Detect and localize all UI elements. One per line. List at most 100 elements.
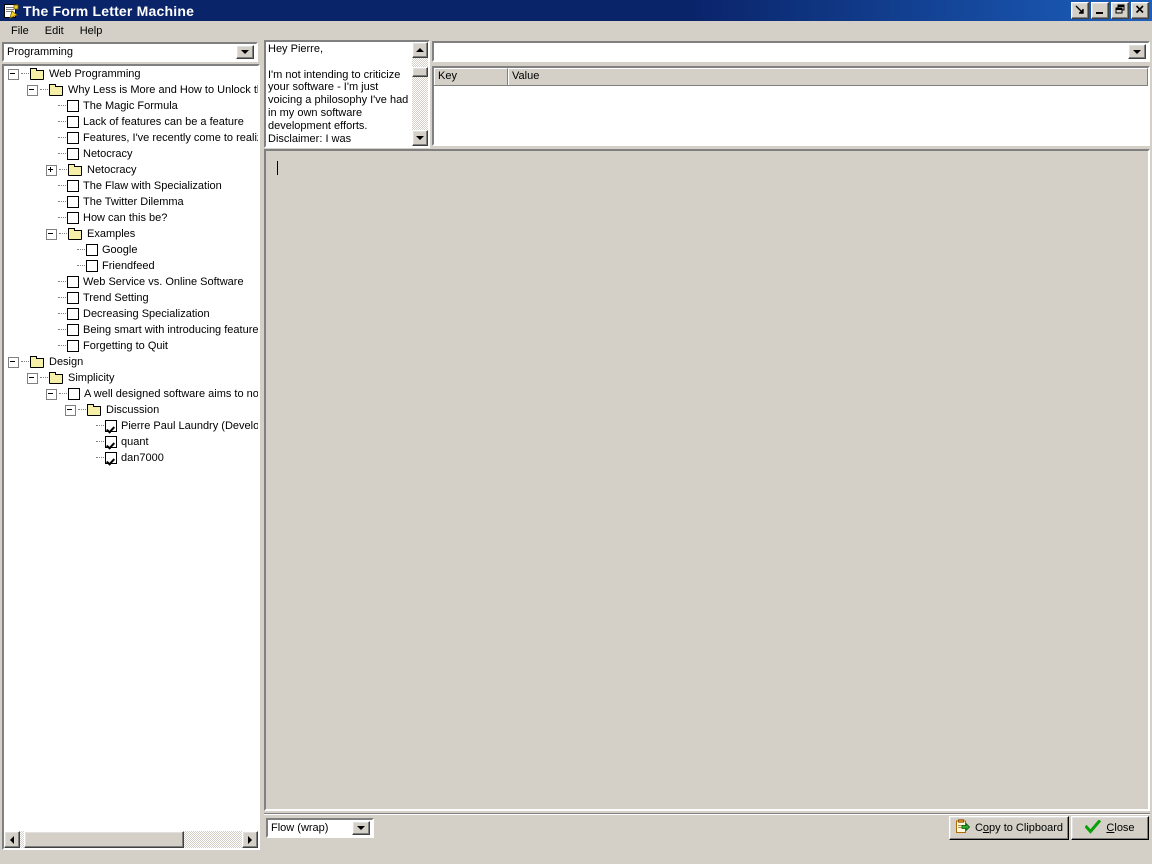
- tree-node-label: Web Service vs. Online Software: [83, 276, 244, 288]
- expand-icon[interactable]: [46, 164, 57, 176]
- minimize-button[interactable]: [1091, 2, 1109, 19]
- document-tree[interactable]: Web Programming Why Less is More and How …: [4, 66, 258, 831]
- checkbox[interactable]: [67, 196, 79, 208]
- tree-node[interactable]: Simplicity: [4, 370, 258, 386]
- column-header-value[interactable]: Value: [508, 68, 1148, 85]
- tree-hscroll-track[interactable]: [20, 831, 242, 848]
- letter-preview-panel[interactable]: Hey Pierre, I'm not intending to critici…: [264, 40, 430, 148]
- checkbox[interactable]: [105, 420, 117, 432]
- tree-node-label: Netocracy: [87, 164, 137, 176]
- maximize-button[interactable]: [1111, 2, 1129, 19]
- tree-node-label: Friendfeed: [102, 260, 155, 272]
- checkbox[interactable]: [67, 324, 79, 336]
- tree-node-label: Forgetting to Quit: [83, 340, 168, 352]
- rollup-button[interactable]: [1071, 2, 1089, 19]
- tree-node[interactable]: A well designed software aims to not r: [4, 386, 258, 402]
- folder-icon: [87, 403, 103, 417]
- tree-node[interactable]: Why Less is More and How to Unlock the: [4, 82, 258, 98]
- checkbox[interactable]: [67, 148, 79, 160]
- scroll-right-button[interactable]: [242, 831, 258, 848]
- menu-file[interactable]: File: [3, 23, 37, 39]
- checkbox[interactable]: [67, 100, 79, 112]
- tree-node-label: Pierre Paul Laundry (Develop: [121, 420, 258, 432]
- tree-node[interactable]: Netocracy: [4, 162, 258, 178]
- checkbox[interactable]: [67, 340, 79, 352]
- tree-node-label: A well designed software aims to not r: [84, 388, 258, 400]
- tree-node[interactable]: Friendfeed: [4, 258, 258, 274]
- tree-connector: [58, 297, 66, 299]
- checkbox[interactable]: [67, 308, 79, 320]
- checkbox[interactable]: [67, 132, 79, 144]
- checkbox[interactable]: [86, 244, 98, 256]
- checkbox[interactable]: [67, 180, 79, 192]
- tree-hscroll-thumb[interactable]: [24, 831, 185, 848]
- tree-node[interactable]: Pierre Paul Laundry (Develop: [4, 418, 258, 434]
- tree-node[interactable]: dan7000: [4, 450, 258, 466]
- tree-node[interactable]: Netocracy: [4, 146, 258, 162]
- category-combo[interactable]: Programming: [2, 42, 258, 62]
- tree-node-label: Netocracy: [83, 148, 133, 160]
- tree-node[interactable]: Discussion: [4, 402, 258, 418]
- tree-node[interactable]: Lack of features can be a feature: [4, 114, 258, 130]
- tree-node[interactable]: How can this be?: [4, 210, 258, 226]
- tree-connector: [58, 105, 66, 107]
- checkbox[interactable]: [86, 260, 98, 272]
- format-combo[interactable]: Flow (wrap): [266, 818, 374, 838]
- tree-node[interactable]: Examples: [4, 226, 258, 242]
- preview-vertical-scrollbar[interactable]: [412, 42, 428, 146]
- tree-node[interactable]: Being smart with introducing features: [4, 322, 258, 338]
- preview-vscroll-track[interactable]: [412, 58, 428, 130]
- preview-vscroll-thumb[interactable]: [412, 67, 428, 78]
- checkbox[interactable]: [105, 452, 117, 464]
- scroll-left-button[interactable]: [4, 831, 20, 848]
- menu-help[interactable]: Help: [72, 23, 111, 39]
- tree-node[interactable]: Web Service vs. Online Software: [4, 274, 258, 290]
- key-value-list[interactable]: Key Value: [432, 66, 1150, 146]
- collapse-icon[interactable]: [46, 388, 57, 400]
- chevron-down-icon[interactable]: [1128, 44, 1146, 59]
- field-combo[interactable]: [432, 41, 1150, 62]
- tree-node[interactable]: Features, I've recently come to realize: [4, 130, 258, 146]
- checkbox[interactable]: [105, 436, 117, 448]
- tree-node[interactable]: Decreasing Specialization: [4, 306, 258, 322]
- preview-scroll-down-button[interactable]: [412, 130, 428, 146]
- tree-node[interactable]: Web Programming: [4, 66, 258, 82]
- collapse-icon[interactable]: [8, 356, 19, 368]
- document-tree-panel[interactable]: Web Programming Why Less is More and How …: [2, 64, 260, 850]
- collapse-icon[interactable]: [65, 404, 76, 416]
- key-value-rows[interactable]: [434, 86, 1148, 144]
- tree-connector: [58, 185, 66, 187]
- tree-node[interactable]: Google: [4, 242, 258, 258]
- tree-node[interactable]: The Twitter Dilemma: [4, 194, 258, 210]
- tree-node[interactable]: quant: [4, 434, 258, 450]
- collapse-icon[interactable]: [27, 84, 38, 96]
- checkbox[interactable]: [67, 116, 79, 128]
- checkbox[interactable]: [67, 212, 79, 224]
- tree-node-label: The Twitter Dilemma: [83, 196, 184, 208]
- tree-node[interactable]: The Flaw with Specialization: [4, 178, 258, 194]
- close-label: Close: [1106, 822, 1135, 834]
- chevron-down-icon[interactable]: [352, 821, 370, 835]
- checkbox[interactable]: [67, 292, 79, 304]
- letter-editor[interactable]: [264, 149, 1150, 811]
- checkbox[interactable]: [68, 388, 80, 400]
- tree-connector: [77, 249, 85, 251]
- chevron-down-icon[interactable]: [236, 45, 254, 59]
- collapse-icon[interactable]: [27, 372, 38, 384]
- tree-node[interactable]: Design: [4, 354, 258, 370]
- copy-to-clipboard-button[interactable]: Copy to Clipboard: [949, 816, 1069, 840]
- tree-horizontal-scrollbar[interactable]: [4, 831, 258, 848]
- preview-scroll-up-button[interactable]: [412, 42, 428, 58]
- collapse-icon[interactable]: [8, 68, 19, 80]
- tree-node[interactable]: Forgetting to Quit: [4, 338, 258, 354]
- tree-connector: [21, 361, 29, 363]
- tree-node[interactable]: The Magic Formula: [4, 98, 258, 114]
- checkbox[interactable]: [67, 276, 79, 288]
- menu-edit[interactable]: Edit: [37, 23, 72, 39]
- collapse-icon[interactable]: [46, 228, 57, 240]
- letter-preview-text: Hey Pierre, I'm not intending to critici…: [268, 43, 409, 146]
- close-button-bottom[interactable]: Close: [1071, 816, 1149, 840]
- column-header-key[interactable]: Key: [434, 68, 508, 85]
- close-button[interactable]: [1131, 2, 1149, 19]
- tree-node[interactable]: Trend Setting: [4, 290, 258, 306]
